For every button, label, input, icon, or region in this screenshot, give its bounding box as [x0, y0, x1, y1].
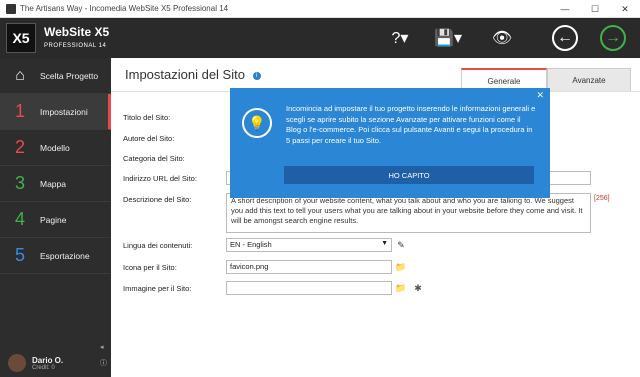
immagine-field[interactable] [226, 281, 392, 295]
lingua-label: Lingua dei contenuti: [123, 241, 193, 250]
user-panel[interactable]: Dario O. Credit: 0 ⓘ [0, 349, 111, 377]
step-number: 4 [14, 209, 25, 229]
got-it-label: HO CAPITO [388, 170, 430, 180]
titolo-label: Titolo del Sito: [123, 113, 171, 122]
step-number: 2 [14, 137, 25, 157]
sidebar-item-modello[interactable]: 2 Modello [0, 130, 111, 166]
icona-field[interactable]: favicon.png [226, 260, 392, 274]
descrizione-textarea[interactable]: A short description of your website cont… [226, 193, 591, 233]
lingua-value: EN - English [230, 240, 272, 249]
autore-label: Autore del Sito: [123, 134, 175, 143]
close-button[interactable]: ✕ [610, 0, 640, 18]
char-counter: [256] [594, 195, 610, 202]
window-titlebar: The Artisans Way - Incomedia WebSite X5 … [0, 0, 640, 18]
url-label: Indirizzo URL del Sito: [123, 174, 197, 183]
brand-name: WebSite X5 [44, 25, 110, 39]
logo: X5 [6, 23, 36, 53]
sidebar-item-label: Esportazione [40, 250, 90, 261]
window-title: The Artisans Way - Incomedia WebSite X5 … [20, 4, 229, 13]
info-icon[interactable]: ⓘ [100, 358, 107, 368]
maximize-button[interactable]: ☐ [580, 0, 610, 18]
sidebar-item-label: Scelta Progetto [40, 70, 99, 81]
tab-label: Generale [487, 76, 521, 86]
info-icon[interactable]: i [252, 71, 261, 80]
user-name: Dario O. [32, 355, 64, 365]
sidebar-item-esportazione[interactable]: 5 Esportazione [0, 238, 111, 274]
preview-icon[interactable]: 👁 [487, 26, 517, 50]
sidebar-item-scelta-progetto[interactable]: ⌂ Scelta Progetto [0, 58, 111, 94]
page-title-text: Impostazioni del Sito [125, 67, 245, 82]
sidebar-item-pagine[interactable]: 4 Pagine [0, 202, 111, 238]
brand-edition: PROFESSIONAL 14 [44, 43, 107, 49]
categoria-label: Categoria del Sito: [123, 154, 185, 163]
sidebar-item-label: Modello [40, 142, 70, 153]
app-header: X5 WebSite X5 PROFESSIONAL 14 ?▾ 💾▾ 👁 ← … [0, 18, 640, 58]
back-icon[interactable]: ← [552, 25, 578, 51]
step-number: 5 [14, 245, 25, 265]
settings-icon[interactable]: ✱ [411, 281, 425, 295]
user-credit: Credit: 0 [32, 364, 55, 371]
home-icon: ⌂ [15, 66, 25, 84]
sidebar-item-label: Pagine [40, 214, 67, 225]
avatar [8, 354, 26, 372]
sidebar-item-label: Impostazioni [40, 106, 88, 117]
chevron-down-icon: ▼ [381, 240, 388, 247]
sidebar: ⌂ Scelta Progetto 1 Impostazioni 2 Model… [0, 58, 111, 377]
forward-icon[interactable]: → [600, 25, 626, 51]
immagine-label: Immagine per il Sito: [123, 284, 192, 293]
icona-value: favicon.png [230, 262, 269, 271]
edit-icon[interactable]: ✎ [394, 238, 408, 252]
step-number: 3 [14, 173, 25, 193]
step-number: 1 [14, 101, 25, 121]
brand: WebSite X5 PROFESSIONAL 14 [44, 26, 109, 52]
minimize-button[interactable]: — [550, 0, 580, 18]
sidebar-item-label: Mappa [40, 178, 66, 189]
sidebar-item-mappa[interactable]: 3 Mappa [0, 166, 111, 202]
tip-popup: 💡 Incomincia ad impostare il tuo progett… [230, 88, 550, 198]
app-icon [6, 3, 16, 14]
folder-icon[interactable]: 📁 [394, 260, 408, 274]
descrizione-label: Descrizione del Sito: [123, 195, 192, 204]
sidebar-item-impostazioni[interactable]: 1 Impostazioni [0, 94, 111, 130]
tab-label: Avanzate [572, 75, 606, 85]
folder-icon[interactable]: 📁 [394, 281, 408, 295]
icona-label: Icona per il Sito: [123, 263, 177, 272]
page-title: Impostazioni del Sito i [125, 67, 261, 82]
lingua-select[interactable]: EN - English ▼ [226, 238, 392, 252]
save-icon[interactable]: 💾▾ [433, 26, 463, 50]
help-icon[interactable]: ?▾ [385, 26, 415, 50]
got-it-button[interactable]: HO CAPITO [284, 166, 534, 184]
window-controls: — ☐ ✕ [550, 0, 640, 18]
close-icon[interactable]: ✕ [536, 90, 544, 101]
tab-avanzate[interactable]: Avanzate [547, 68, 631, 92]
tip-text: Incomincia ad impostare il tuo progetto … [286, 104, 536, 145]
lightbulb-icon: 💡 [242, 108, 272, 138]
